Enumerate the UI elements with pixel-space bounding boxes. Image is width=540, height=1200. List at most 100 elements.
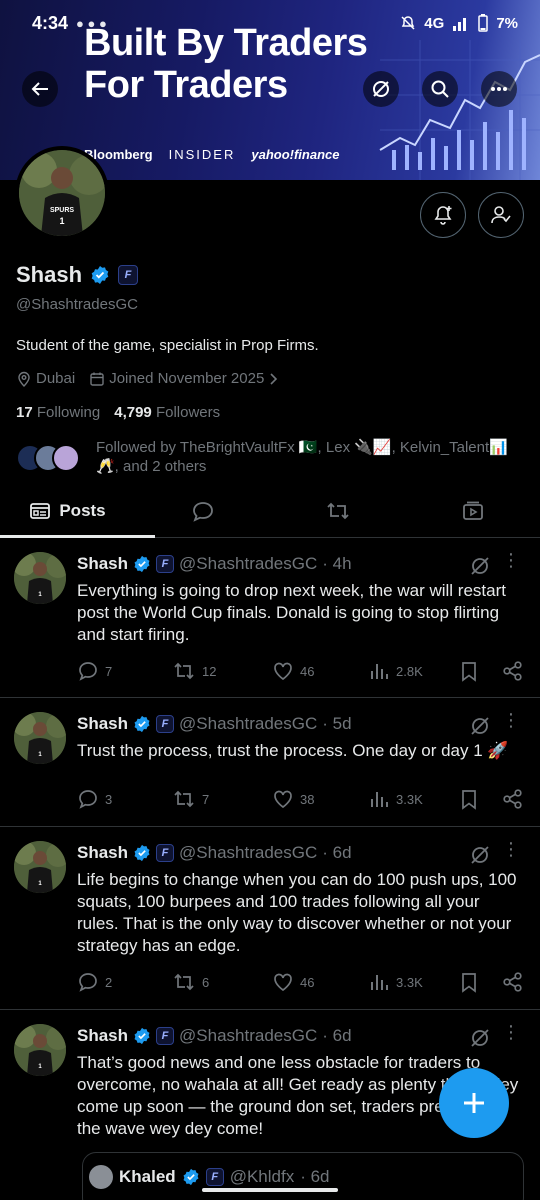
bookmark-button[interactable]: [458, 788, 502, 810]
share-button[interactable]: [502, 788, 524, 810]
tweet-more-icon[interactable]: ⋮: [502, 1023, 520, 1041]
tweet-item[interactable]: Shash F @ShashtradesGC · 4h ⋮ Everything…: [0, 538, 540, 698]
reply-count: 3: [105, 791, 113, 807]
tweet-author-name[interactable]: Shash: [77, 554, 128, 574]
grok-icon[interactable]: [470, 845, 490, 865]
tab-media[interactable]: [405, 484, 540, 537]
repost-button[interactable]: 7: [172, 788, 272, 810]
calendar-icon: [90, 372, 104, 386]
views-button[interactable]: 3.3K: [368, 788, 458, 810]
views-button[interactable]: 3.3K: [368, 971, 458, 993]
profile-bio: Student of the game, specialist in Prop …: [16, 337, 319, 354]
affiliate-badge-icon[interactable]: F: [118, 265, 139, 285]
banner-brands: Bloomberg INSIDER yahoo!finance: [84, 147, 339, 162]
tweet-item[interactable]: Shash F @ShashtradesGC · 5d ⋮ Trust the …: [0, 698, 540, 827]
tweet-more-icon[interactable]: ⋮: [502, 551, 520, 569]
brand-insider: INSIDER: [168, 147, 236, 162]
joined-text: Joined November 2025: [109, 370, 265, 387]
profile-name: Shash: [16, 262, 83, 287]
views-button[interactable]: 2.8K: [368, 660, 458, 682]
media-icon: [462, 501, 483, 520]
share-button[interactable]: [502, 971, 524, 993]
like-count: 38: [300, 791, 315, 807]
grok-button[interactable]: [363, 71, 399, 107]
repost-button[interactable]: 12: [172, 660, 272, 682]
like-count: 46: [300, 974, 315, 990]
tab-replies[interactable]: [135, 484, 270, 537]
view-count: 3.3K: [396, 974, 423, 990]
share-icon: [502, 788, 524, 810]
search-button[interactable]: [422, 71, 458, 107]
tweet-time: · 4h: [322, 554, 352, 573]
bookmark-button[interactable]: [458, 660, 502, 682]
svg-text:1: 1: [59, 216, 64, 226]
notification-icons: ● ● ●: [76, 15, 107, 31]
tab-posts-label: Posts: [59, 500, 106, 520]
tweet-avatar[interactable]: [14, 841, 66, 893]
user-check-icon: [491, 206, 511, 224]
following-link[interactable]: 17 Following: [16, 404, 100, 421]
chevron-right-icon: [270, 372, 278, 385]
status-left: 4:34 ● ● ●: [32, 13, 107, 34]
status-bar: 4:34 ● ● ● 4G 7%: [0, 0, 540, 46]
banner-headline-line2: For Traders: [84, 64, 288, 106]
grok-icon[interactable]: [470, 1028, 490, 1048]
more-options-button[interactable]: [481, 71, 517, 107]
tweet-header: Shash F @ShashtradesGC · 4h: [77, 554, 352, 574]
followers-label: Followers: [155, 404, 221, 421]
joined-item[interactable]: Joined November 2025: [89, 370, 280, 387]
following-button[interactable]: [478, 192, 524, 238]
followers-count: 4,799: [114, 404, 152, 421]
reply-button[interactable]: 7: [77, 660, 172, 682]
view-count: 2.8K: [396, 663, 423, 679]
tweet-author-handle: @ShashtradesGC: [179, 714, 318, 733]
grok-icon: [373, 81, 389, 97]
tweet-author-name[interactable]: Shash: [77, 1026, 128, 1046]
quoted-tweet[interactable]: Khaled F @Khldfx · 6d: [82, 1152, 524, 1200]
like-button[interactable]: 46: [272, 660, 368, 682]
notifications-subscribe-button[interactable]: [420, 192, 466, 238]
like-button[interactable]: 38: [272, 788, 368, 810]
followed-by-row[interactable]: Followed by TheBrightVaultFx 🇵🇰, Lex 🔌📈,…: [16, 438, 526, 476]
grok-icon[interactable]: [470, 716, 490, 736]
following-label: Following: [36, 404, 101, 421]
quoted-author-name: Khaled: [119, 1167, 176, 1186]
views-icon: [368, 971, 390, 993]
tweet-time: · 5d: [322, 714, 352, 733]
back-button[interactable]: [22, 71, 58, 107]
like-button[interactable]: 46: [272, 971, 368, 993]
tab-posts[interactable]: Posts: [0, 484, 155, 538]
followers-link[interactable]: 4,799 Followers: [114, 404, 220, 421]
bookmark-icon: [458, 788, 480, 810]
verified-badge-icon: [133, 715, 151, 733]
profile-handle: @ShashtradesGC: [16, 296, 138, 313]
tweet-author-name[interactable]: Shash: [77, 843, 128, 863]
tweet-more-icon[interactable]: ⋮: [502, 711, 520, 729]
share-icon: [502, 660, 524, 682]
reply-button[interactable]: 3: [77, 788, 172, 810]
tweet-avatar[interactable]: [14, 552, 66, 604]
tweet-author-name[interactable]: Shash: [77, 714, 128, 734]
heart-icon: [272, 971, 294, 993]
repost-button[interactable]: 6: [172, 971, 272, 993]
tab-reposts[interactable]: [270, 484, 405, 537]
tweet-actions: 7 12 46 2.8K: [77, 660, 525, 682]
tweet-more-icon[interactable]: ⋮: [502, 840, 520, 858]
tweet-avatar[interactable]: [14, 712, 66, 764]
heart-icon: [272, 788, 294, 810]
repost-icon: [172, 971, 196, 993]
tweet-avatar[interactable]: [14, 1024, 66, 1076]
tweet-item[interactable]: Shash F @ShashtradesGC · 6d ⋮ Life begin…: [0, 827, 540, 1010]
avatar-image: SPURS 1: [19, 150, 105, 236]
repost-icon: [172, 788, 196, 810]
profile-meta: Dubai Joined November 2025: [16, 370, 280, 387]
profile-avatar[interactable]: SPURS 1: [15, 146, 109, 240]
share-button[interactable]: [502, 660, 524, 682]
tweet-author-handle: @ShashtradesGC: [179, 843, 318, 862]
plus-icon: [464, 1093, 484, 1113]
grok-icon[interactable]: [470, 556, 490, 576]
bookmark-button[interactable]: [458, 971, 502, 993]
compose-post-button[interactable]: [439, 1068, 509, 1138]
reply-button[interactable]: 2: [77, 971, 172, 993]
home-indicator[interactable]: [202, 1188, 338, 1192]
